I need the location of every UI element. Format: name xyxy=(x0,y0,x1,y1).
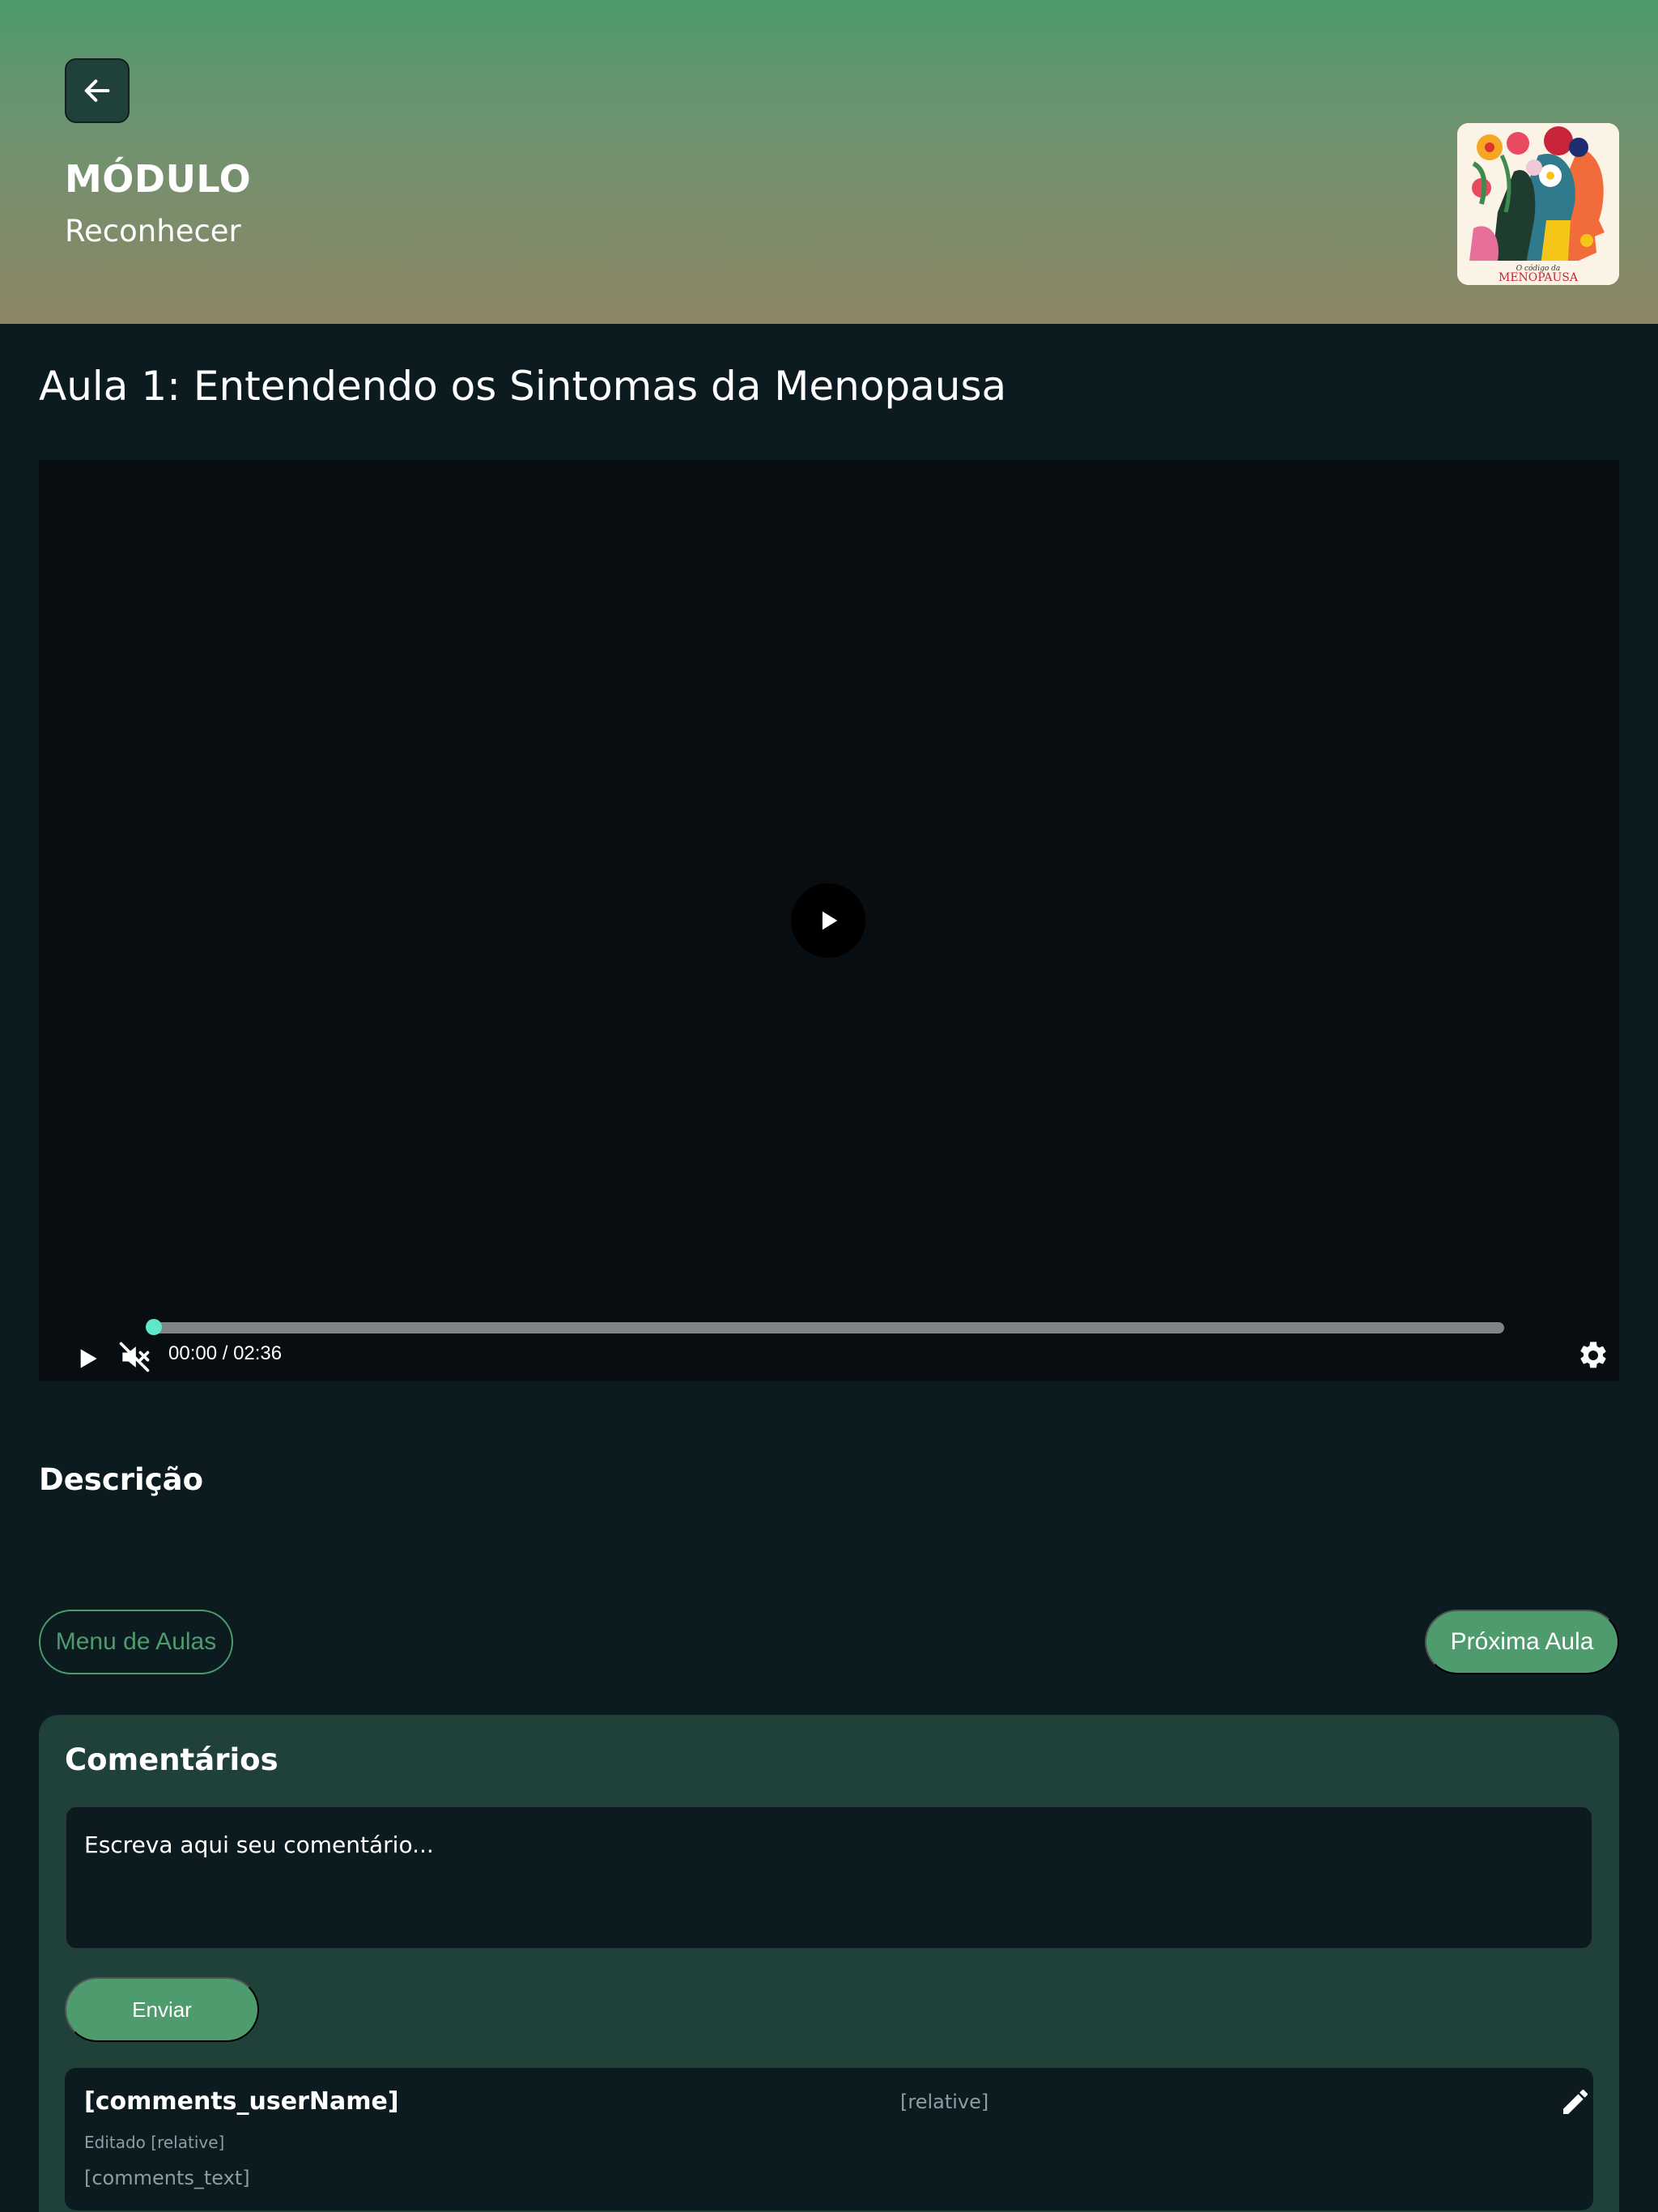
book-cover-image: O código da MENOPAUSA xyxy=(1457,123,1619,285)
play-icon xyxy=(80,1349,97,1368)
volume-off-icon xyxy=(119,1342,150,1372)
module-name: Reconhecer xyxy=(65,214,241,249)
next-lesson-button[interactable]: Próxima Aula xyxy=(1425,1610,1619,1674)
comment-input[interactable] xyxy=(65,1806,1593,1950)
video-play-overlay-button[interactable] xyxy=(791,883,865,958)
comments-heading: Comentários xyxy=(65,1742,278,1777)
comment-edited-label: Editado [relative] xyxy=(84,2133,225,2152)
lesson-menu-button[interactable]: Menu de Aulas xyxy=(39,1610,233,1674)
video-play-button[interactable] xyxy=(71,1342,104,1375)
video-progress-handle[interactable] xyxy=(146,1319,162,1335)
video-settings-button[interactable] xyxy=(1577,1339,1609,1372)
comments-section: Comentários Enviar [comments_userName] [… xyxy=(39,1715,1619,2212)
send-comment-button[interactable]: Enviar xyxy=(65,1977,259,2042)
gear-icon xyxy=(1580,1342,1606,1368)
video-progress-bar[interactable] xyxy=(146,1319,1504,1335)
comment-text: [comments_text] xyxy=(84,2167,250,2189)
video-player[interactable]: 00:00 / 02:36 xyxy=(39,460,1619,1381)
comment-user-name: [comments_userName] xyxy=(84,2087,399,2116)
video-time-display: 00:00 / 02:36 xyxy=(168,1342,283,1364)
edit-comment-button[interactable] xyxy=(1559,2086,1592,2118)
play-icon xyxy=(822,911,838,930)
module-header: MÓDULO Reconhecer O código da MENOPAUSA xyxy=(0,0,1658,324)
comment-item: [comments_userName] [relative] Editado [… xyxy=(65,2068,1593,2210)
comment-time: [relative] xyxy=(900,2091,989,2113)
module-label: MÓDULO xyxy=(65,157,252,201)
arrow-left-icon xyxy=(84,79,110,102)
description-heading: Descrição xyxy=(39,1462,204,1497)
lesson-title: Aula 1: Entendendo os Sintomas da Menopa… xyxy=(39,363,1007,410)
svg-text:MENOPAUSA: MENOPAUSA xyxy=(1499,271,1579,284)
pencil-icon xyxy=(1563,2089,1588,2114)
video-mute-button[interactable] xyxy=(117,1339,152,1375)
back-button[interactable] xyxy=(65,58,130,123)
